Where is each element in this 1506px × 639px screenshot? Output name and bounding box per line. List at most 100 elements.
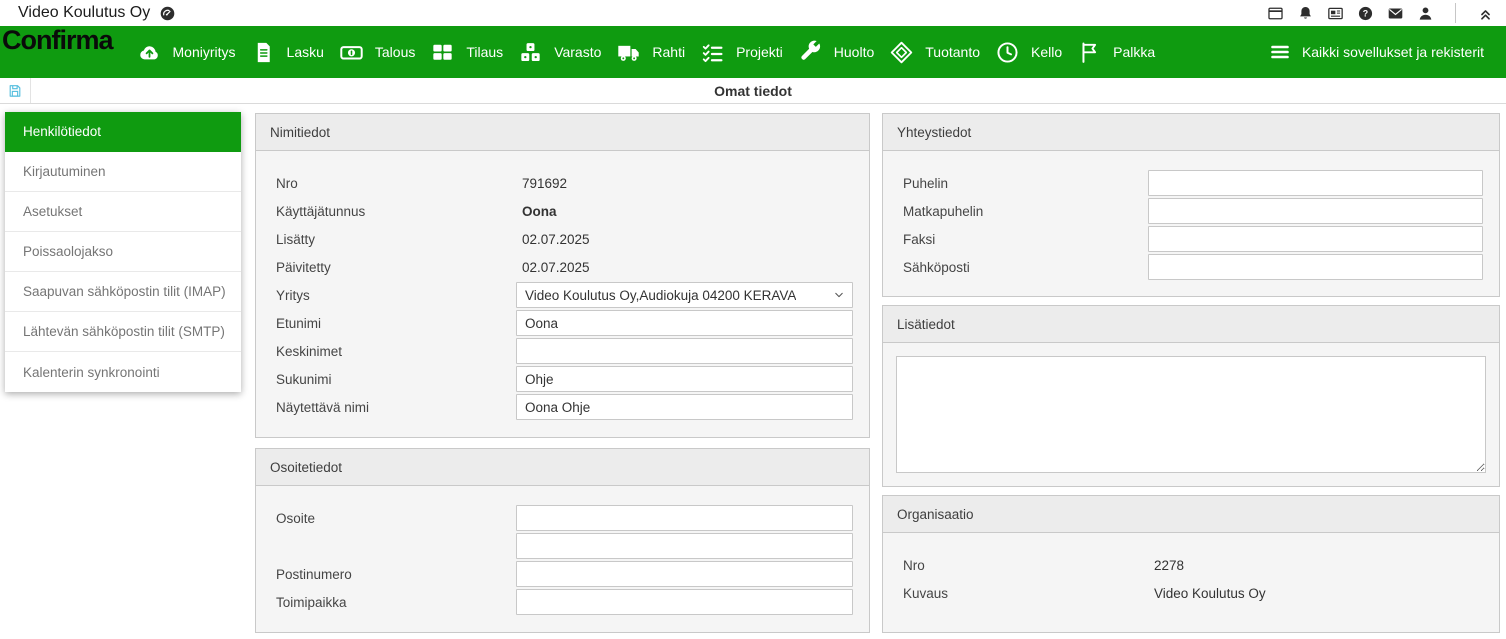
- input-toimipaikka[interactable]: [516, 589, 853, 615]
- panel-title-lisatiedot: Lisätiedot: [883, 306, 1499, 343]
- sidebar-item-label: Poissaolojakso: [23, 244, 113, 259]
- input-osoite[interactable]: [516, 505, 853, 531]
- nav-item-label: Huolto: [834, 44, 874, 60]
- window-icon[interactable]: [1267, 5, 1284, 22]
- input-postinumero[interactable]: [516, 561, 853, 587]
- field-row-kuvaus: KuvausVideo Koulutus Oy: [903, 579, 1483, 607]
- input-sukunimi[interactable]: [516, 366, 853, 392]
- topbar-actions: ?: [1267, 3, 1494, 23]
- field-row-sahkoposti: Sähköposti: [903, 253, 1483, 281]
- gauge-icon[interactable]: [159, 5, 176, 22]
- field-value-kayttajatunnus: Oona: [516, 204, 557, 219]
- field-label-puhelin: Puhelin: [903, 176, 1148, 191]
- sidebar-item-kalenterin-synkronointi[interactable]: Kalenterin synkronointi: [5, 352, 241, 392]
- field-label-sahkoposti: Sähköposti: [903, 260, 1148, 275]
- sidebar-item-saapuvan-sahkopostin-tilit-imap[interactable]: Saapuvan sähköpostin tilit (IMAP): [5, 272, 241, 312]
- panel-title-osoitetiedot: Osoitetiedot: [256, 449, 869, 486]
- chevron-down-icon: [832, 288, 846, 302]
- banknote-icon: [339, 40, 364, 65]
- sidebar-item-label: Lähtevän sähköpostin tilit (SMTP): [23, 324, 225, 339]
- field-row-puhelin: Puhelin: [903, 169, 1483, 197]
- all-apps-button[interactable]: Kaikki sovellukset ja rekisterit: [1260, 34, 1492, 70]
- nav-item-varasto[interactable]: Varasto: [518, 40, 601, 65]
- nav-item-lasku[interactable]: Lasku: [251, 40, 324, 65]
- field-row-paivitetty: Päivitetty02.07.2025: [276, 253, 853, 281]
- document-icon: [251, 40, 276, 65]
- field-label-nro: Nro: [276, 176, 516, 191]
- nav-item-kello[interactable]: Kello: [995, 40, 1062, 65]
- field-value-kuvaus: Video Koulutus Oy: [1148, 586, 1266, 601]
- sidebar-item-henkilotiedot[interactable]: Henkilötiedot: [5, 112, 241, 152]
- cube-icon: [889, 40, 914, 65]
- checklist-icon: [700, 40, 725, 65]
- select-yritys[interactable]: Video Koulutus Oy,Audiokuja 04200 KERAVA: [516, 282, 853, 308]
- nav-item-label: Kello: [1031, 44, 1062, 60]
- user-icon[interactable]: [1417, 5, 1434, 22]
- right-column: Yhteystiedot Puhelin Matkapuhelin Faksi Säh…: [882, 113, 1500, 633]
- nav-item-moniyritys[interactable]: Moniyritys: [137, 40, 236, 65]
- mail-icon[interactable]: [1387, 5, 1404, 22]
- nav-item-huolto[interactable]: Huolto: [798, 40, 874, 65]
- lisatiedot-textarea[interactable]: [896, 356, 1486, 473]
- page-title: Omat tiedot: [0, 83, 1506, 99]
- field-label-paivitetty: Päivitetty: [276, 260, 516, 275]
- field-label-postinumero: Postinumero: [276, 567, 516, 582]
- nav-item-projekti[interactable]: Projekti: [700, 40, 783, 65]
- field-row-lisatty: Lisätty02.07.2025: [276, 225, 853, 253]
- input-keskinimet[interactable]: [516, 338, 853, 364]
- field-label-kuvaus: Kuvaus: [903, 586, 1148, 601]
- input-faksi[interactable]: [1148, 226, 1483, 252]
- field-row-postinumero: Postinumero: [276, 560, 853, 588]
- input-naytettava-nimi[interactable]: [516, 394, 853, 420]
- field-label-matkapuhelin: Matkapuhelin: [903, 204, 1148, 219]
- sidebar-item-poissaolojakso[interactable]: Poissaolojakso: [5, 232, 241, 272]
- input-line-2[interactable]: [516, 533, 853, 559]
- field-row-osoite: Osoite: [276, 504, 853, 532]
- save-icon: [7, 83, 23, 99]
- field-label-osoite: Osoite: [276, 511, 516, 526]
- nav-item-label: Projekti: [736, 44, 783, 60]
- nav-item-label: Lasku: [287, 44, 324, 60]
- select-value: Video Koulutus Oy,Audiokuja 04200 KERAVA: [525, 288, 796, 303]
- save-button[interactable]: [0, 78, 31, 103]
- nav-item-palkka[interactable]: Palkka: [1077, 40, 1155, 65]
- confirma-logo: Confirma: [2, 26, 113, 54]
- toolbar-divider: [1455, 3, 1456, 23]
- sidebar-item-lahtevan-sahkopostin-tilit-smtp[interactable]: Lähtevän sähköpostin tilit (SMTP): [5, 312, 241, 352]
- bell-icon[interactable]: [1297, 5, 1314, 22]
- panel-title-yhteystiedot: Yhteystiedot: [883, 114, 1499, 151]
- all-apps-label: Kaikki sovellukset ja rekisterit: [1302, 44, 1484, 60]
- nav-item-tilaus[interactable]: Tilaus: [430, 40, 503, 65]
- field-value-nro: 2278: [1148, 558, 1184, 573]
- field-label-yritys: Yritys: [276, 288, 516, 303]
- input-matkapuhelin[interactable]: [1148, 198, 1483, 224]
- input-puhelin[interactable]: [1148, 170, 1483, 196]
- nav-item-label: Moniyritys: [173, 44, 236, 60]
- sidebar-item-label: Asetukset: [23, 204, 82, 219]
- flag-icon: [1077, 40, 1102, 65]
- left-column: Nimitiedot Nro791692KäyttäjätunnusOonaLi…: [255, 113, 870, 633]
- newspaper-icon[interactable]: [1327, 5, 1344, 22]
- field-label-toimipaikka: Toimipaikka: [276, 595, 516, 610]
- main-navbar: Confirma Moniyritys Lasku Talous Tilaus Vara…: [0, 26, 1506, 78]
- field-label-keskinimet: Keskinimet: [276, 344, 516, 359]
- nav-item-talous[interactable]: Talous: [339, 40, 415, 65]
- panel-yhteystiedot: Yhteystiedot Puhelin Matkapuhelin Faksi Säh…: [882, 113, 1500, 297]
- grid-icon: [430, 40, 455, 65]
- input-etunimi[interactable]: [516, 310, 853, 336]
- field-row-line-2: [276, 532, 853, 560]
- help-icon[interactable]: ?: [1357, 5, 1374, 22]
- nav-item-rahti[interactable]: Rahti: [616, 40, 685, 65]
- input-sahkoposti[interactable]: [1148, 254, 1483, 280]
- collapse-icon[interactable]: [1477, 5, 1494, 22]
- sidebar-item-kirjautuminen[interactable]: Kirjautuminen: [5, 152, 241, 192]
- nav-item-label: Palkka: [1113, 44, 1155, 60]
- field-label-lisatty: Lisätty: [276, 232, 516, 247]
- nav-item-tuotanto[interactable]: Tuotanto: [889, 40, 980, 65]
- field-label-faksi: Faksi: [903, 232, 1148, 247]
- page-toolbar: Omat tiedot: [0, 78, 1506, 104]
- sidebar-item-asetukset[interactable]: Asetukset: [5, 192, 241, 232]
- company-title: Video Koulutus Oy: [18, 4, 150, 22]
- field-row-faksi: Faksi: [903, 225, 1483, 253]
- panel-organisaatio: Organisaatio Nro2278KuvausVideo Koulutus…: [882, 495, 1500, 633]
